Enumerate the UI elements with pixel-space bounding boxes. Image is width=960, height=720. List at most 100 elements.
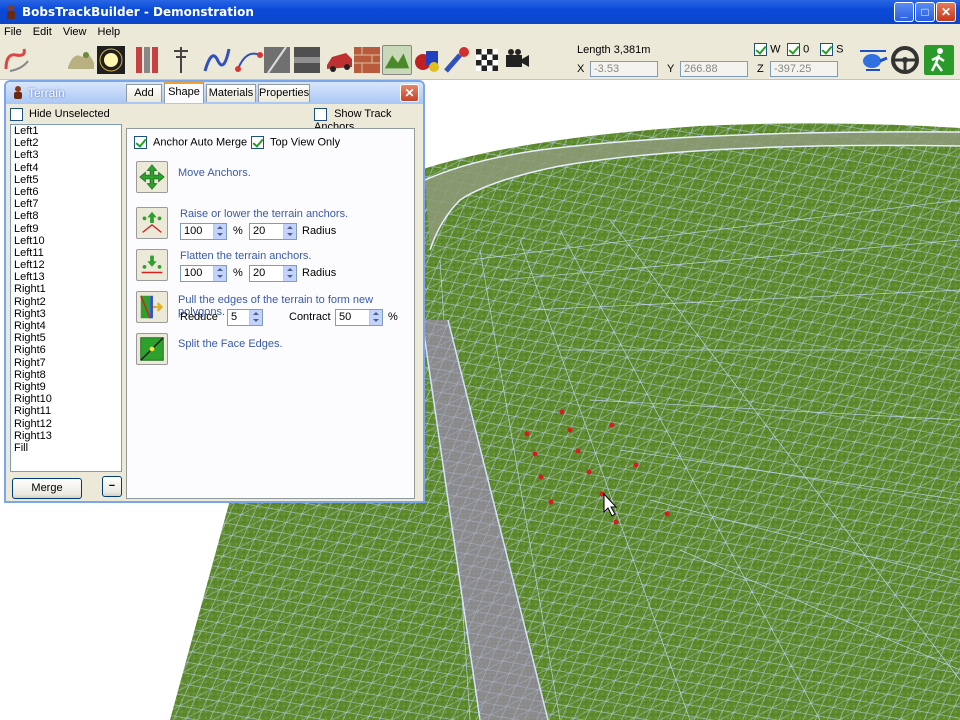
s-label: S [836, 43, 844, 56]
spline-add-icon[interactable] [234, 45, 264, 75]
list-item[interactable]: Left13 [11, 271, 121, 283]
s-checkbox[interactable] [820, 43, 833, 56]
list-item[interactable]: Right2 [11, 296, 121, 308]
tab-materials[interactable]: Materials [206, 84, 256, 102]
list-item[interactable]: Left2 [11, 137, 121, 149]
flatten-radius-spinner[interactable]: 20 [249, 265, 297, 282]
anchor-auto-merge-label: Anchor Auto Merge [153, 136, 248, 149]
w-label: W [770, 43, 781, 56]
hide-unselected-checkbox[interactable] [10, 108, 23, 121]
brick-icon[interactable] [352, 45, 382, 75]
terrain-panel: Terrain ✕ Hide Unselected Left1 Left2 Left… [4, 80, 425, 503]
steering-wheel-icon[interactable] [890, 45, 920, 75]
top-view-only-checkbox[interactable] [251, 136, 264, 149]
hide-unselected-option[interactable]: Hide Unselected [10, 108, 110, 121]
tab-properties[interactable]: Properties [258, 84, 310, 102]
reduce-label: Reduce [180, 311, 218, 323]
list-item[interactable]: Right1 [11, 283, 121, 295]
menu-edit[interactable]: Edit [29, 24, 56, 38]
minimize-button[interactable]: _ [894, 2, 914, 22]
contract-spinner[interactable]: 50 [335, 309, 383, 326]
list-item[interactable]: Left8 [11, 210, 121, 222]
list-item[interactable]: Left9 [11, 223, 121, 235]
barrier-icon[interactable] [292, 45, 322, 75]
top-view-only-option[interactable]: Top View Only [251, 136, 340, 149]
list-item[interactable]: Left12 [11, 259, 121, 271]
shape-tab-page: Anchor Auto Merge Top View Only Move Anc… [126, 128, 415, 499]
list-item[interactable]: Right3 [11, 308, 121, 320]
flatten-amount-spinner[interactable]: 100 [180, 265, 227, 282]
wall-icon[interactable] [132, 45, 162, 75]
menu-help[interactable]: Help [94, 24, 125, 38]
car-icon[interactable] [324, 45, 354, 75]
remove-button[interactable]: − [102, 476, 122, 497]
list-item[interactable]: Right5 [11, 332, 121, 344]
paint-icon[interactable] [442, 45, 472, 75]
track-path-icon[interactable] [2, 45, 32, 75]
maximize-button[interactable]: □ [915, 2, 935, 22]
list-item[interactable]: Left3 [11, 149, 121, 161]
contract-value: 50 [339, 311, 352, 323]
curve-icon[interactable] [202, 45, 232, 75]
list-item[interactable]: Left4 [11, 162, 121, 174]
merge-button[interactable]: Merge [12, 478, 82, 499]
show-track-anchors-checkbox[interactable] [314, 108, 327, 121]
landscape-icon[interactable] [66, 45, 96, 75]
raise-radius-label: Radius [302, 225, 337, 237]
y-label: Y [667, 63, 675, 75]
move-anchors-icon[interactable] [136, 161, 168, 193]
menu-view[interactable]: View [59, 24, 91, 38]
list-item[interactable]: Right11 [11, 405, 121, 417]
o-checkbox[interactable] [787, 43, 800, 56]
list-item[interactable]: Right12 [11, 418, 121, 430]
list-item[interactable]: Right4 [11, 320, 121, 332]
raise-lower-icon[interactable] [136, 207, 168, 239]
s-toggle[interactable]: S [820, 43, 843, 56]
panel-close-button[interactable]: ✕ [400, 84, 419, 102]
flatten-icon[interactable] [136, 249, 168, 281]
anchor-auto-merge-checkbox[interactable] [134, 136, 147, 149]
reduce-spinner[interactable]: 5 [227, 309, 263, 326]
list-item[interactable]: Left5 [11, 174, 121, 186]
raise-radius-spinner[interactable]: 20 [249, 223, 297, 240]
camera-icon[interactable] [502, 45, 532, 75]
list-item[interactable]: Right8 [11, 369, 121, 381]
menu-file[interactable]: File [0, 24, 26, 38]
toolbar: Length 3,381m X -3.53 Y 266.88 Z -397.25… [0, 42, 960, 80]
list-item[interactable]: Left7 [11, 198, 121, 210]
o-label: 0 [803, 43, 810, 56]
list-item[interactable]: Right10 [11, 393, 121, 405]
checkered-flag-icon[interactable] [472, 45, 502, 75]
list-item[interactable]: Left11 [11, 247, 121, 259]
panel-app-icon [14, 86, 22, 99]
tab-add[interactable]: Add [126, 84, 162, 102]
list-item[interactable]: Left10 [11, 235, 121, 247]
sun-icon[interactable] [96, 45, 126, 75]
raise-amount-spinner[interactable]: 100 [180, 223, 227, 240]
list-item[interactable]: Right9 [11, 381, 121, 393]
list-item[interactable]: Right13 [11, 430, 121, 442]
tab-shape[interactable]: Shape [164, 82, 204, 103]
anchor-auto-merge-option[interactable]: Anchor Auto Merge [134, 136, 247, 149]
helicopter-icon[interactable] [858, 45, 888, 75]
road-texture-icon[interactable] [262, 45, 292, 75]
terrain-list[interactable]: Left1 Left2 Left3 Left4 Left5 Left6 Left7 Left8… [10, 124, 122, 472]
hide-unselected-label: Hide Unselected [29, 108, 110, 121]
terrain-icon[interactable] [382, 45, 412, 75]
list-item[interactable]: Left1 [11, 125, 121, 137]
walk-icon[interactable] [924, 45, 954, 75]
pull-edges-icon[interactable] [136, 291, 168, 323]
list-item[interactable]: Right6 [11, 344, 121, 356]
o-toggle[interactable]: 0 [787, 43, 809, 56]
w-checkbox[interactable] [754, 43, 767, 56]
w-toggle[interactable]: W [754, 43, 780, 56]
pole-icon[interactable] [166, 45, 196, 75]
list-item[interactable]: Fill [11, 442, 121, 454]
list-item[interactable]: Right7 [11, 357, 121, 369]
split-faces-icon[interactable] [136, 333, 168, 365]
objects-icon[interactable] [412, 45, 442, 75]
flatten-label: Flatten the terrain anchors. [180, 250, 312, 262]
flatten-radius-value: 20 [253, 267, 266, 279]
list-item[interactable]: Left6 [11, 186, 121, 198]
close-button[interactable]: ✕ [936, 2, 956, 22]
